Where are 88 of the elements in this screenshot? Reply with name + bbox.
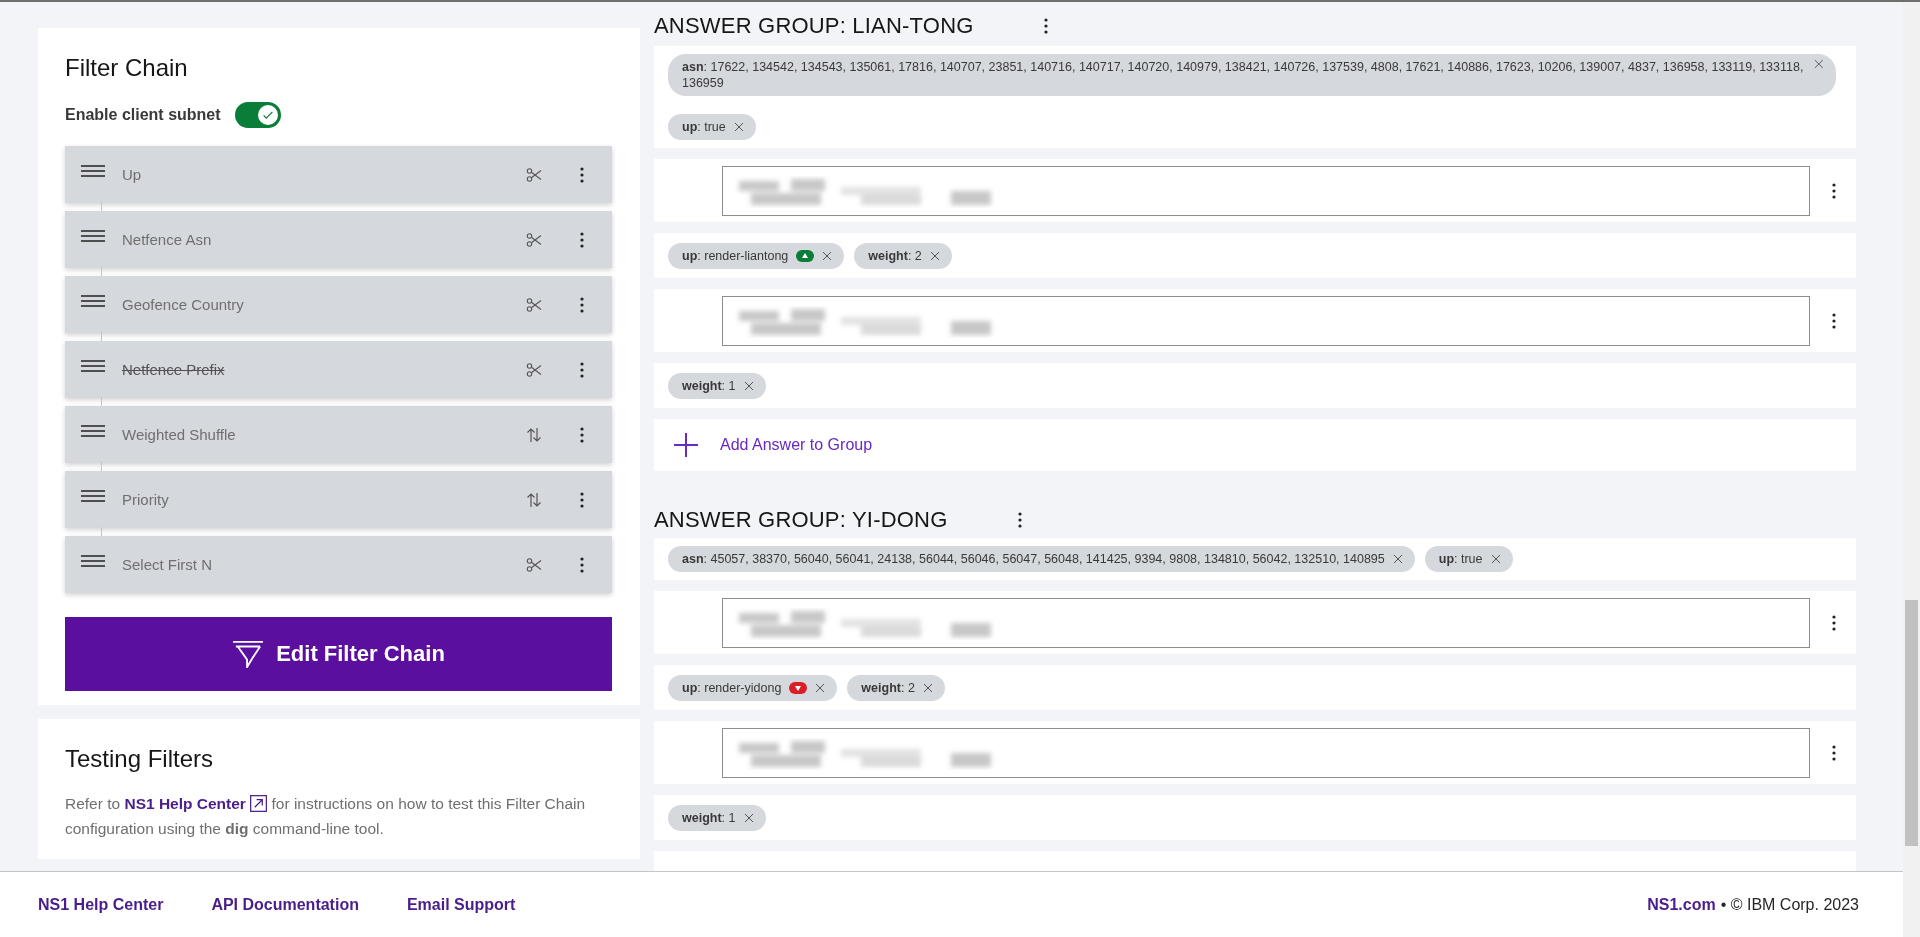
filter-item[interactable]: Up [65, 146, 612, 203]
edit-filter-chain-button[interactable]: Edit Filter Chain [65, 617, 612, 691]
metadata-tag[interactable]: asn: 17622, 134542, 134543, 135061, 17816, 140707, 23851, 140716, 140717, 140720, 140979, 138421, 140726, 137539, 4808, 17621, 140886, 17623, 10206, 139007, 4837, 136958, 133119, 133118, 136959 [668, 54, 1836, 96]
tag-text: weight: 1 [682, 809, 736, 826]
copyright-text: • © IBM Corp. 2023 [1720, 895, 1859, 914]
close-icon[interactable] [922, 682, 933, 693]
tag-text: up: render-liantong [682, 247, 789, 264]
close-icon[interactable] [822, 250, 833, 261]
more-options-icon[interactable] [580, 491, 584, 508]
more-options-icon[interactable] [1043, 18, 1048, 34]
drag-handle-icon[interactable] [81, 294, 105, 307]
sort-arrows-icon[interactable] [526, 426, 542, 443]
close-icon[interactable] [743, 380, 754, 391]
close-icon[interactable] [1392, 554, 1403, 564]
close-icon[interactable] [733, 122, 744, 132]
answer-group-title: ANSWER GROUP: LIAN-TONG [654, 13, 974, 39]
metadata-tag[interactable]: weight: 2 [847, 674, 945, 701]
filter-label: Weighted Shuffle [122, 426, 237, 443]
tag-text: up: true [1438, 551, 1483, 567]
more-options-icon[interactable] [580, 296, 584, 313]
more-options-icon[interactable] [580, 361, 584, 378]
scissors-icon[interactable] [526, 231, 542, 248]
scissors-icon[interactable] [526, 361, 542, 378]
tag-text: weight: 1 [682, 377, 736, 394]
answer-input-field[interactable] [722, 597, 1810, 648]
tag-text: weight: 2 [868, 247, 922, 264]
more-options-icon[interactable] [1832, 614, 1836, 631]
metadata-tag[interactable]: up: true [1424, 546, 1513, 572]
toggle-label: Enable client subnet [65, 106, 221, 124]
toggle-switch[interactable] [234, 102, 281, 128]
external-link-icon[interactable] [250, 795, 268, 812]
tag-text: asn: 17622, 134542, 134543, 135061, 17816, 140707, 23851, 140716, 140717, 140720, 140979, 138421, 140726, 137539, 4808, 17621, 140886, 17623, 10206, 139007, 4837, 136958, 133119, 133118, 136959 [682, 59, 1805, 91]
answer-group-title: ANSWER GROUP: YI-DONG [654, 507, 948, 533]
filter-label: Netfence Asn [122, 231, 213, 248]
drag-handle-icon[interactable] [81, 554, 105, 567]
more-options-icon[interactable] [580, 426, 584, 443]
footer-link[interactable]: NS1 Help Center [38, 895, 164, 914]
more-options-icon[interactable] [580, 556, 584, 573]
more-options-icon[interactable] [1017, 512, 1022, 528]
filter-label: Priority [122, 491, 170, 508]
filter-label: Select First N [122, 556, 213, 573]
scissors-icon[interactable] [526, 556, 542, 573]
drag-handle-icon[interactable] [81, 359, 105, 372]
answer-input-field[interactable] [722, 165, 1810, 216]
drag-handle-icon[interactable] [81, 164, 105, 177]
more-options-icon[interactable] [580, 231, 584, 248]
help-paragraph: Refer to NS1 Help Center for instructions on how to test this Filter Chain configuration using the dig command-line tool. [65, 794, 587, 839]
tag-text: up: true [682, 119, 726, 135]
scrollbar[interactable] [1903, 2, 1920, 937]
site-link[interactable]: NS1.com [1647, 895, 1716, 914]
metadata-tag[interactable]: weight: 1 [668, 804, 766, 831]
footer-link[interactable]: Email Support [406, 895, 516, 914]
metadata-tag[interactable]: weight: 1 [668, 372, 766, 399]
more-options-icon[interactable] [580, 166, 584, 183]
sort-arrows-icon[interactable] [526, 491, 542, 508]
drag-handle-icon[interactable] [81, 424, 105, 437]
tag-text: up: render-yidong [682, 679, 782, 696]
filter-label: Netfence Prefix [122, 361, 226, 378]
card-title: Filter Chain [65, 54, 189, 82]
metadata-tag[interactable]: up: true [668, 114, 756, 140]
answer-input-field[interactable] [722, 295, 1810, 346]
scissors-icon[interactable] [526, 166, 542, 183]
answer-input-field[interactable] [722, 727, 1810, 778]
card-title: Testing Filters [65, 745, 215, 773]
scissors-icon[interactable] [526, 296, 542, 313]
help-center-link[interactable]: NS1 Help Center [124, 795, 246, 812]
metadata-tag[interactable]: up: render-liantong [668, 242, 845, 269]
close-icon[interactable] [815, 682, 826, 693]
plus-icon[interactable] [674, 433, 698, 457]
close-icon[interactable] [743, 812, 754, 823]
more-options-icon[interactable] [1832, 312, 1836, 329]
close-icon[interactable] [1814, 59, 1824, 69]
close-icon[interactable] [1490, 554, 1501, 564]
drag-handle-icon[interactable] [81, 489, 105, 502]
metadata-tag[interactable]: weight: 2 [854, 242, 952, 269]
drag-handle-icon[interactable] [81, 229, 105, 242]
more-options-icon[interactable] [1832, 744, 1836, 761]
funnel-icon [232, 640, 265, 668]
add-answer-link[interactable]: Add Answer to Group [720, 436, 873, 454]
tag-text: weight: 2 [861, 679, 915, 696]
metadata-tag[interactable]: up: render-yidong [668, 674, 838, 701]
more-options-icon[interactable] [1832, 182, 1836, 199]
close-icon[interactable] [929, 250, 940, 261]
filter-label: Up [122, 166, 143, 183]
tag-text: asn: 45057, 38370, 56040, 56041, 24138, 56044, 56046, 56047, 56048, 141425, 9394, 9808, 134810, 56042, 132510, 140895 [682, 551, 1385, 567]
metadata-tag[interactable]: asn: 45057, 38370, 56040, 56041, 24138, 56044, 56046, 56047, 56048, 141425, 9394, 9808, 134810, 56042, 132510, 140895 [668, 546, 1415, 572]
footer-link[interactable]: API Documentation [211, 895, 359, 914]
filter-label: Geofence Country [122, 296, 245, 313]
